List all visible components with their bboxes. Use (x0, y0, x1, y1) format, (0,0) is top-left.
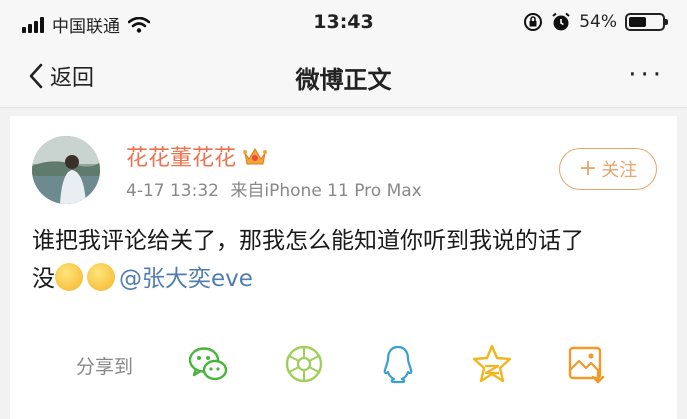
back-label: 返回 (50, 66, 95, 91)
username-text: 花花董花花 (126, 146, 237, 171)
post-meta: 4-17 13:32 来自iPhone 11 Pro Max (126, 176, 422, 201)
post-text-line1: 谁把我评论给关了，那我怎么能知道你听到我说的话了 (32, 228, 584, 254)
share-row: 分享到 (10, 338, 677, 398)
qq-icon[interactable] (376, 342, 420, 386)
post-timestamp: 4-17 13:32 (126, 181, 219, 201)
post-text-line2: 没 (32, 266, 55, 292)
follow-label: 关注 (601, 160, 638, 181)
smile-emoji-icon (55, 263, 83, 291)
back-button[interactable]: 返回 (28, 60, 94, 92)
rotation-lock-icon (524, 13, 543, 31)
post-body: 谁把我评论给关了，那我怎么能知道你听到我说的话了 没 @张大奕eve (32, 222, 672, 298)
alarm-icon (552, 12, 570, 31)
smile-emoji-icon (87, 263, 115, 291)
moments-icon[interactable] (282, 342, 326, 386)
battery-percent: 54% (579, 12, 617, 32)
nav-bar: 返回 微博正文 ··· (0, 46, 687, 108)
username[interactable]: 花花董花花 (126, 140, 268, 172)
avatar[interactable] (32, 136, 100, 204)
chevron-left-icon (29, 63, 43, 89)
mention-link[interactable]: @张大奕eve (119, 266, 253, 292)
battery-icon (625, 13, 668, 31)
post-card: 花花董花花 4-17 13:32 来自iPhone 11 Pro Max + 关… (10, 116, 677, 419)
qzone-icon[interactable] (470, 342, 514, 386)
share-label: 分享到 (76, 356, 134, 378)
status-right: 54% (523, 12, 668, 32)
post-text-line2-wrap: 没 @张大奕eve (32, 260, 672, 298)
more-button[interactable]: ··· (628, 62, 665, 88)
status-bar: 中国联通 13:43 54% (0, 0, 687, 46)
vip-crown-icon (243, 148, 268, 165)
post-source: 来自iPhone 11 Pro Max (230, 181, 422, 201)
wechat-icon[interactable] (186, 342, 230, 386)
follow-button[interactable]: + 关注 (559, 148, 657, 190)
page-title: 微博正文 (295, 66, 392, 94)
save-image-icon[interactable] (564, 342, 608, 386)
plus-icon: + (578, 156, 598, 181)
